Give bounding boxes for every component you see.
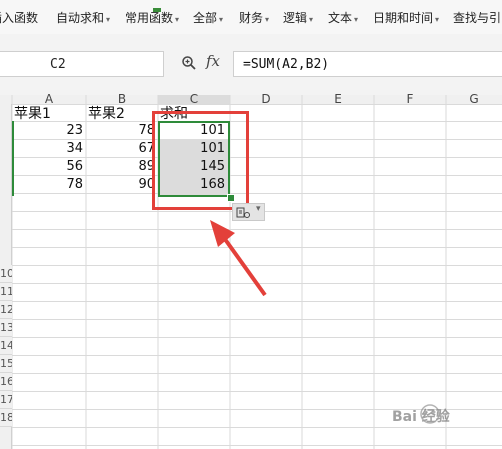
annotation-highlight-box — [152, 111, 249, 210]
lookup-reference-button[interactable]: 查找与引 — [453, 9, 501, 26]
chevron-down-icon: ▾ — [435, 15, 440, 24]
cell-b5[interactable]: 90 — [86, 177, 158, 195]
watermark-logo: Bai 经验 — [390, 388, 500, 440]
financial-functions-button[interactable]: 财务 ▾ — [239, 9, 269, 26]
column-header-f[interactable]: F — [374, 92, 446, 106]
column-header-d[interactable]: D — [230, 92, 302, 106]
row-header[interactable]: 11 — [0, 283, 12, 301]
chevron-down-icon: ▾ — [309, 15, 314, 24]
ribbon-toolbar: 插入函数 自动求和▾ 常用函数▾ 全部▾ 财务▾ 逻辑▾ 文本▾ 日期和时间▾ … — [0, 0, 502, 35]
formula-input[interactable]: =SUM(A2,B2) — [233, 51, 502, 77]
row-header[interactable]: 18 — [0, 409, 12, 427]
cell-b2[interactable]: 78 — [86, 123, 158, 141]
autosum-button[interactable]: 自动求和 ▾ — [56, 9, 110, 26]
cell-a1[interactable]: 苹果1 — [14, 103, 86, 122]
row-header[interactable]: 12 — [0, 301, 12, 319]
selected-rows-indicator — [12, 121, 14, 196]
chevron-down-icon: ▾ — [265, 15, 270, 24]
insert-function-button[interactable]: 插入函数 — [0, 9, 38, 26]
row-header[interactable]: 14 — [0, 337, 12, 355]
cell-b1[interactable]: 苹果2 — [88, 103, 158, 122]
name-box[interactable]: C2 — [0, 51, 164, 77]
row-header[interactable]: 13 — [0, 319, 12, 337]
chevron-down-icon: ▾ — [175, 15, 180, 24]
column-header-e[interactable]: E — [302, 92, 374, 106]
chevron-down-icon: ▾ — [256, 204, 261, 214]
formula-bar: C2 fx =SUM(A2,B2) — [0, 34, 502, 96]
date-time-functions-button[interactable]: 日期和时间 ▾ — [373, 9, 439, 26]
annotation-arrow — [210, 220, 267, 297]
cell-a3[interactable]: 34 — [12, 141, 86, 159]
cell-b4[interactable]: 89 — [86, 159, 158, 177]
logical-functions-button[interactable]: 逻辑 ▾ — [283, 9, 313, 26]
cell-b3[interactable]: 67 — [86, 141, 158, 159]
cell-a4[interactable]: 56 — [12, 159, 86, 177]
function-icon — [153, 8, 161, 12]
row-header[interactable]: 17 — [0, 391, 12, 409]
row-header[interactable]: 10 — [0, 265, 12, 283]
insert-function-fx-icon[interactable]: fx — [206, 52, 220, 70]
cell-a5[interactable]: 78 — [12, 177, 86, 195]
all-functions-button[interactable]: 全部 ▾ — [193, 9, 223, 26]
row-header[interactable]: 15 — [0, 355, 12, 373]
chevron-down-icon: ▾ — [106, 15, 111, 24]
common-functions-button[interactable]: 常用函数 ▾ — [125, 8, 180, 26]
cell-a2[interactable]: 23 — [12, 123, 86, 141]
zoom-icon[interactable] — [181, 55, 197, 71]
row-header[interactable]: 16 — [0, 373, 12, 391]
chevron-down-icon: ▾ — [354, 15, 359, 24]
text-functions-button[interactable]: 文本 ▾ — [328, 9, 358, 26]
column-header-g[interactable]: G — [446, 92, 502, 106]
chevron-down-icon: ▾ — [219, 15, 224, 24]
